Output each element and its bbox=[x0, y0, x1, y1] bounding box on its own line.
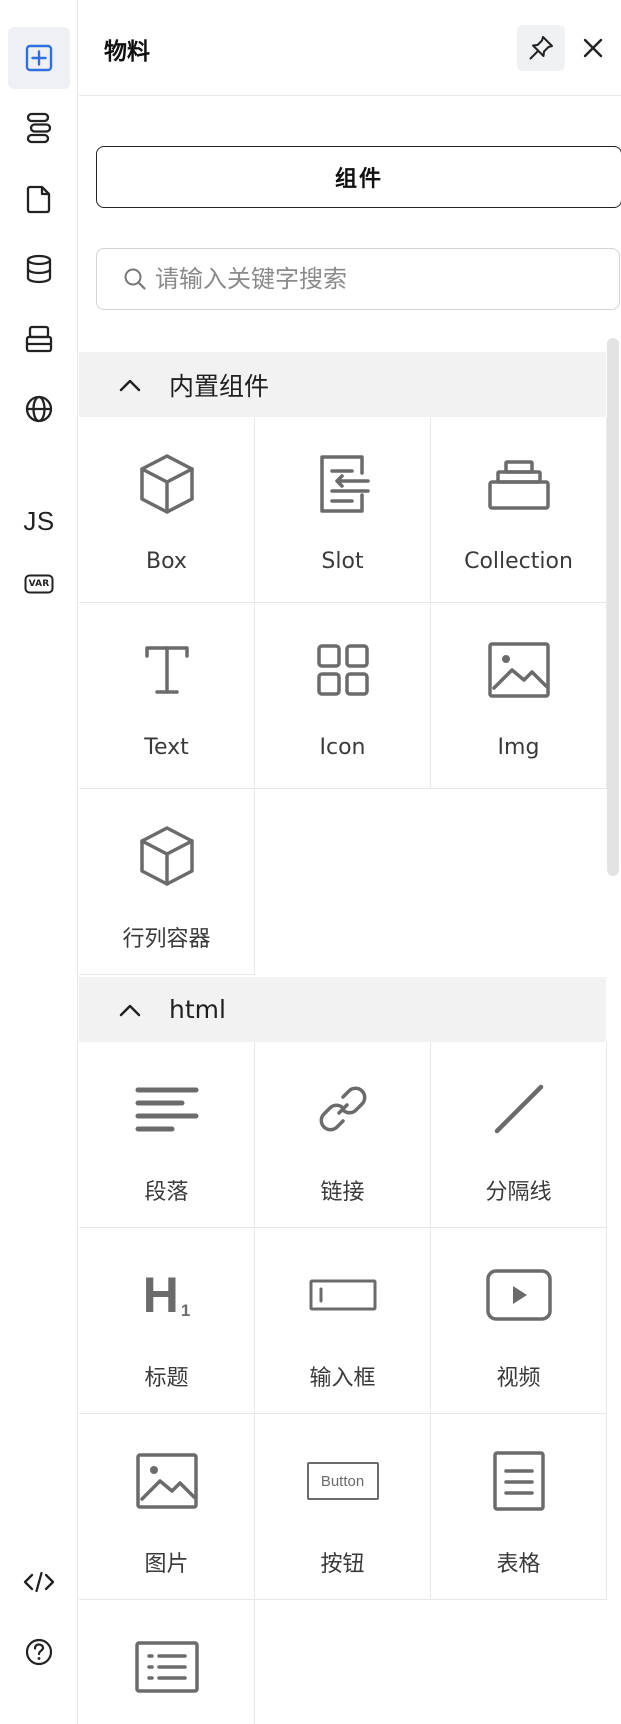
component-label: 图片 bbox=[144, 1552, 189, 1577]
list-icon bbox=[134, 1641, 199, 1693]
component-image[interactable]: 图片 bbox=[79, 1414, 255, 1600]
chevron-up-icon bbox=[119, 1004, 141, 1016]
add-component-icon bbox=[25, 44, 53, 72]
component-img[interactable]: Img bbox=[431, 603, 607, 789]
component-link[interactable]: 链接 bbox=[255, 1042, 431, 1228]
component-list[interactable] bbox=[79, 1600, 255, 1724]
panel-title: 物料 bbox=[104, 39, 150, 65]
code-icon bbox=[23, 1571, 55, 1593]
chevron-up-icon bbox=[119, 379, 141, 391]
component-label: 段落 bbox=[144, 1180, 189, 1205]
link-icon bbox=[319, 1086, 366, 1132]
button-icon: Button bbox=[306, 1462, 379, 1500]
rail-outline[interactable] bbox=[8, 97, 70, 159]
component-label: Slot bbox=[321, 549, 364, 574]
rail-help[interactable] bbox=[8, 1621, 70, 1683]
heading-icon-subscript: 1 bbox=[180, 1301, 191, 1320]
component-collection[interactable]: Collection bbox=[431, 417, 607, 603]
component-label: Box bbox=[146, 549, 187, 574]
rail-database[interactable] bbox=[8, 238, 70, 300]
button-icon-glyph: Button bbox=[320, 1472, 365, 1490]
slot-icon bbox=[319, 455, 370, 513]
cube-icon bbox=[139, 826, 194, 886]
section-builtin-header[interactable]: 内置组件 bbox=[79, 352, 606, 417]
rail-variables[interactable]: VAR bbox=[8, 560, 70, 608]
rail-i18n[interactable] bbox=[8, 378, 70, 440]
section-html-header[interactable]: html bbox=[79, 977, 606, 1042]
paragraph-icon bbox=[135, 1087, 198, 1132]
image-icon bbox=[487, 642, 550, 698]
component-slot[interactable]: Slot bbox=[255, 417, 431, 603]
icon-rail: JS VAR bbox=[0, 0, 78, 1724]
component-paragraph[interactable]: 段落 bbox=[79, 1042, 255, 1228]
component-input[interactable]: 输入框 bbox=[255, 1228, 431, 1414]
panel-header: 物料 bbox=[79, 0, 621, 96]
variable-icon-label: VAR bbox=[28, 579, 50, 589]
rail-code[interactable] bbox=[8, 1551, 70, 1613]
outline-icon bbox=[26, 112, 52, 144]
html-components-grid: 段落 链接 分隔线 H 1 标题 输入框 视频 图片 Button 按钮 表格 bbox=[79, 1042, 607, 1724]
page-icon bbox=[26, 185, 51, 214]
cube-icon bbox=[139, 454, 194, 514]
component-heading[interactable]: H 1 标题 bbox=[79, 1228, 255, 1414]
search-input[interactable] bbox=[155, 265, 595, 293]
section-title: html bbox=[169, 995, 226, 1024]
component-label: Img bbox=[497, 735, 540, 760]
rail-add-component[interactable] bbox=[8, 27, 70, 89]
component-video[interactable]: 视频 bbox=[431, 1228, 607, 1414]
component-label: 链接 bbox=[320, 1180, 365, 1205]
component-divider[interactable]: 分隔线 bbox=[431, 1042, 607, 1228]
collection-icon bbox=[487, 460, 550, 510]
pin-button[interactable] bbox=[517, 25, 565, 71]
grid-icon bbox=[316, 644, 369, 696]
component-label: 行列容器 bbox=[122, 927, 211, 952]
component-box[interactable]: Box bbox=[79, 417, 255, 603]
heading-icon-glyph: H bbox=[142, 1267, 179, 1323]
text-icon bbox=[144, 646, 189, 694]
component-list: 内置组件 Box Slot Collection Text Icon Img 行… bbox=[79, 352, 621, 1724]
component-button[interactable]: Button 按钮 bbox=[255, 1414, 431, 1600]
heading-icon: H 1 bbox=[143, 1270, 191, 1320]
rail-blocks[interactable] bbox=[8, 308, 70, 370]
search-icon bbox=[124, 268, 146, 290]
image-icon bbox=[135, 1453, 198, 1509]
app: JS VAR 物料 组件 请输入关键字搜索 内置组件 Box Slot Coll… bbox=[0, 0, 621, 1724]
input-icon bbox=[309, 1279, 376, 1311]
pin-icon bbox=[529, 36, 553, 60]
component-label: 表格 bbox=[496, 1552, 541, 1577]
table-icon bbox=[492, 1451, 545, 1511]
block-icon bbox=[25, 325, 53, 353]
component-label: 分隔线 bbox=[485, 1180, 552, 1205]
close-icon bbox=[583, 38, 603, 58]
component-icon[interactable]: Icon bbox=[255, 603, 431, 789]
section-title: 内置组件 bbox=[169, 371, 270, 401]
component-table[interactable]: 表格 bbox=[431, 1414, 607, 1600]
js-icon: JS bbox=[23, 505, 55, 536]
close-button[interactable] bbox=[573, 25, 613, 71]
search-box[interactable] bbox=[96, 248, 620, 310]
tab-components[interactable]: 组件 bbox=[96, 146, 621, 208]
component-label: 输入框 bbox=[309, 1366, 376, 1391]
rail-page[interactable] bbox=[8, 168, 70, 230]
component-label: 标题 bbox=[144, 1366, 189, 1391]
help-icon bbox=[25, 1638, 53, 1666]
component-label: 按钮 bbox=[320, 1552, 365, 1577]
component-label: Collection bbox=[464, 549, 573, 574]
component-label: 视频 bbox=[496, 1366, 541, 1391]
component-label: Text bbox=[144, 735, 189, 760]
component-text[interactable]: Text bbox=[79, 603, 255, 789]
video-icon bbox=[485, 1269, 552, 1321]
component-row-column-container[interactable]: 行列容器 bbox=[79, 789, 255, 975]
divider-icon bbox=[494, 1084, 543, 1134]
component-label: Icon bbox=[319, 735, 366, 760]
globe-icon bbox=[25, 395, 53, 423]
rail-js[interactable]: JS bbox=[8, 490, 70, 552]
builtin-components-grid: Box Slot Collection Text Icon Img 行列容器 bbox=[79, 417, 607, 977]
materials-panel: 物料 组件 请输入关键字搜索 内置组件 Box Slot Collection … bbox=[79, 0, 621, 1724]
database-icon bbox=[26, 254, 52, 284]
